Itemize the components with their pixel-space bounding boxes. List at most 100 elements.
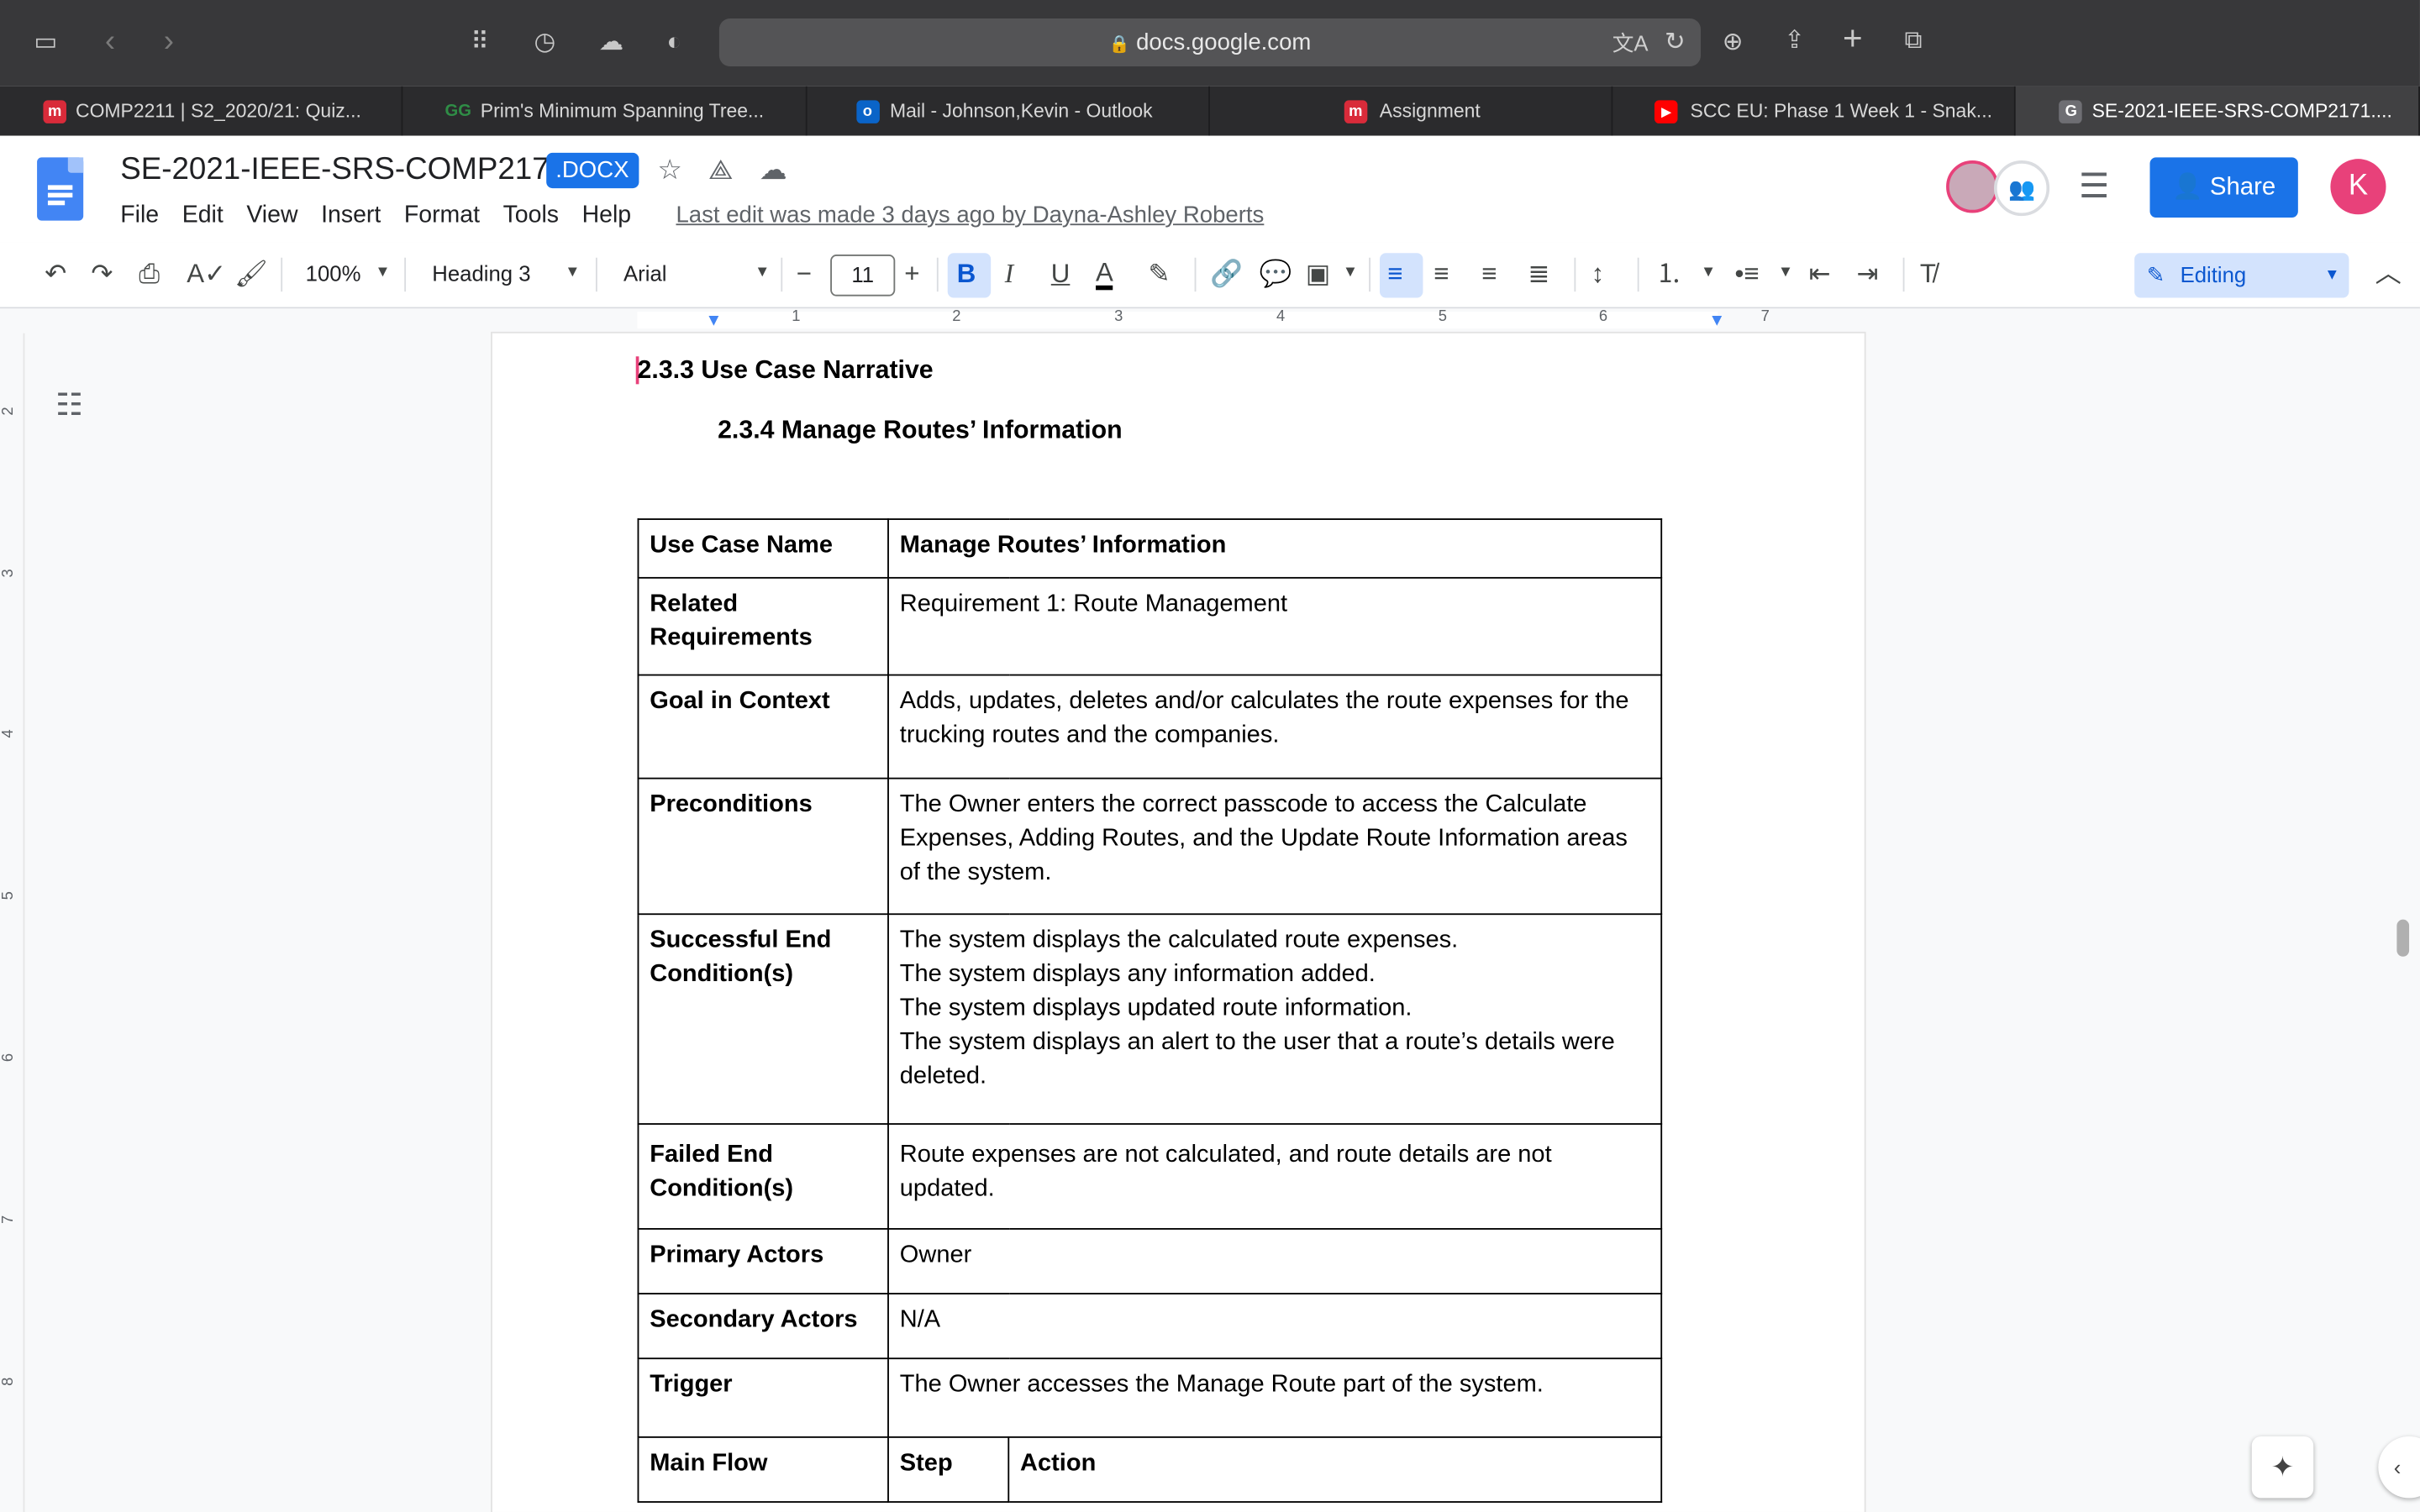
table-cell-value[interactable]: Owner [887,1228,1663,1294]
align-center-icon[interactable]: ≡ [1434,260,1449,291]
align-right-icon[interactable]: ≡ [1481,260,1497,291]
right-indent-marker-icon[interactable]: ▼ [1708,312,1725,330]
undo-icon[interactable]: ↶ [45,260,66,291]
table-cell-value[interactable]: Manage Routes’ Information [887,518,1663,579]
explore-icon[interactable]: ✦ [2251,1436,2314,1499]
justify-icon[interactable]: ≣ [1528,260,1549,291]
downloads-icon[interactable]: ⊕ [1723,28,1744,59]
sidebar-icon[interactable]: ▭ [34,28,57,59]
style-select[interactable]: Heading 3 [432,260,530,285]
font-size-input[interactable]: 11 [830,255,896,297]
cloud-status-icon[interactable]: ☁ [760,155,787,187]
reload-icon[interactable]: ↻ [1665,26,1686,57]
menu-help[interactable]: Help [582,202,632,230]
numbered-list-icon[interactable]: ⒈ [1656,260,1682,291]
forward-icon[interactable]: › [164,26,174,57]
scrollbar-thumb[interactable] [2396,919,2410,957]
comments-icon[interactable]: ☰ [2079,166,2109,207]
address-bar[interactable]: 🔒 docs.google.com 文A ↻ [718,18,1702,66]
table-cell-value[interactable]: The Owner enters the correct passcode to… [887,777,1663,916]
table-cell-value[interactable]: The Owner accesses the Manage Route part… [887,1357,1663,1438]
back-icon[interactable]: ‹ [105,26,115,57]
table-cell-key[interactable]: Failed End Condition(s) [637,1123,889,1230]
star-icon[interactable]: ☆ [657,155,682,187]
bulleted-list-icon[interactable]: •≡ [1734,260,1759,291]
tab-prims[interactable]: GG Prim's Minimum Spanning Tree... [403,86,807,136]
table-cell-key[interactable]: Primary Actors [637,1228,889,1294]
zoom-select[interactable]: 100% [306,260,361,285]
link-icon[interactable]: 🔗 [1210,260,1243,291]
print-icon[interactable]: ⎙ [139,260,160,291]
apps-grid-icon[interactable]: ⠿ [471,28,489,59]
table-cell-key[interactable]: Goal in Context [637,674,889,780]
align-left-icon[interactable]: ≡ [1387,260,1402,291]
account-avatar[interactable]: K [2330,159,2386,215]
collapse-menus-icon[interactable]: ︿ [2375,260,2402,291]
share-sheet-icon[interactable]: ⇪ [1784,26,1805,57]
docs-logo-icon[interactable] [37,157,84,221]
new-tab-icon[interactable]: + [1843,21,1863,55]
font-select[interactable]: Arial [623,260,666,285]
line-spacing-icon[interactable]: ↕ [1591,260,1605,291]
increase-indent-icon[interactable]: ⇥ [1857,260,1879,291]
decrease-font-size-icon[interactable]: − [797,260,812,291]
last-edit-link[interactable]: Last edit was made 3 days ago by Dayna-A… [676,202,1264,228]
table-cell-value[interactable]: N/A [887,1293,1663,1360]
highlight-icon[interactable]: ✎ [1149,260,1171,291]
tab-quiz[interactable]: m COMP2211 | S2_2020/21: Quiz... [0,86,403,136]
increase-font-size-icon[interactable]: + [904,260,919,291]
table-cell-key[interactable]: Preconditions [637,777,889,916]
horizontal-ruler[interactable]: ▼ ▼ 1 2 3 4 5 6 7 [0,308,2420,333]
menu-format[interactable]: Format [404,202,480,230]
tab-assignment[interactable]: m Assignment [1210,86,1613,136]
table-cell-key[interactable]: Trigger [637,1357,889,1438]
vertical-ruler[interactable]: 2 3 4 5 6 7 8 [0,333,25,1512]
menu-edit[interactable]: Edit [182,202,224,230]
use-case-table[interactable]: Use Case Name Manage Routes’ Information … [637,518,1663,1503]
menu-view[interactable]: View [246,202,297,230]
underline-icon[interactable]: U [1051,260,1071,291]
tab-outlook[interactable]: o Mail - Johnson,Kevin - Outlook [807,86,1210,136]
table-cell-key[interactable]: Related Requirements [637,576,889,676]
tab-overview-icon[interactable]: ⧉ [1904,26,1922,57]
heading-manage-routes[interactable]: 2.3.4 Manage Routes’ Information [718,417,1123,446]
table-cell-value[interactable]: Route expenses are not calculated, and r… [887,1123,1663,1230]
menu-file[interactable]: File [120,202,159,230]
table-cell-key[interactable]: Main Flow [637,1436,889,1503]
present-to-meeting-icon[interactable]: 👥 [1994,160,2050,217]
translate-icon[interactable]: 文A [1612,28,1649,59]
menu-tools[interactable]: Tools [503,202,559,230]
table-cell-value[interactable]: Requirement 1: Route Management [887,576,1663,676]
text-color-icon[interactable]: A [1096,260,1113,291]
table-cell-key[interactable]: Secondary Actors [637,1293,889,1360]
document-outline-icon[interactable]: ☷ [55,386,83,424]
move-to-drive-icon[interactable]: ⟁ [708,155,734,187]
add-comment-icon[interactable]: 💬 [1260,260,1292,291]
document-title[interactable]: SE-2021-IEEE-SRS-COMP2171 [120,153,566,188]
insert-image-icon[interactable]: ▣ [1306,260,1331,291]
bold-icon[interactable]: B [957,260,976,291]
collaborator-avatar[interactable] [1946,160,1999,213]
table-cell-key[interactable]: Successful End Condition(s) [637,913,889,1125]
tab-docs-active[interactable]: G SE-2021-IEEE-SRS-COMP2171.... [2016,86,2420,136]
history-icon[interactable]: ◷ [534,28,555,59]
side-panel-toggle-icon[interactable]: ‹ [2378,1436,2420,1499]
table-cell-value[interactable]: The system displays the calculated route… [887,913,1663,1125]
tab-youtube[interactable]: ▶ SCC EU: Phase 1 Week 1 - Snak... [1613,86,2017,136]
decrease-indent-icon[interactable]: ⇤ [1809,260,1831,291]
table-cell-value[interactable]: Adds, updates, deletes and/or calculates… [887,674,1663,780]
table-cell-step[interactable]: Step [887,1436,1010,1503]
menu-insert[interactable]: Insert [321,202,381,230]
paint-format-icon[interactable]: 🖌 [234,260,268,291]
indent-marker-icon[interactable]: ▼ [705,312,722,330]
cloud-icon[interactable]: ☁ [599,28,623,59]
privacy-shield-icon[interactable]: ◐ [666,28,681,59]
italic-icon[interactable]: I [1005,260,1013,291]
redo-icon[interactable]: ↷ [91,260,113,291]
clear-formatting-icon[interactable]: T̸ [1920,260,1936,291]
table-cell-key[interactable]: Use Case Name [637,518,889,579]
share-button[interactable]: 👤 Share [2149,157,2298,218]
spellcheck-icon[interactable]: A✓ [187,260,226,291]
heading-use-case-narrative[interactable]: 2.3.3 Use Case Narrative [638,356,934,386]
editing-mode-select[interactable]: ✎ Editing ▼ [2134,253,2349,298]
